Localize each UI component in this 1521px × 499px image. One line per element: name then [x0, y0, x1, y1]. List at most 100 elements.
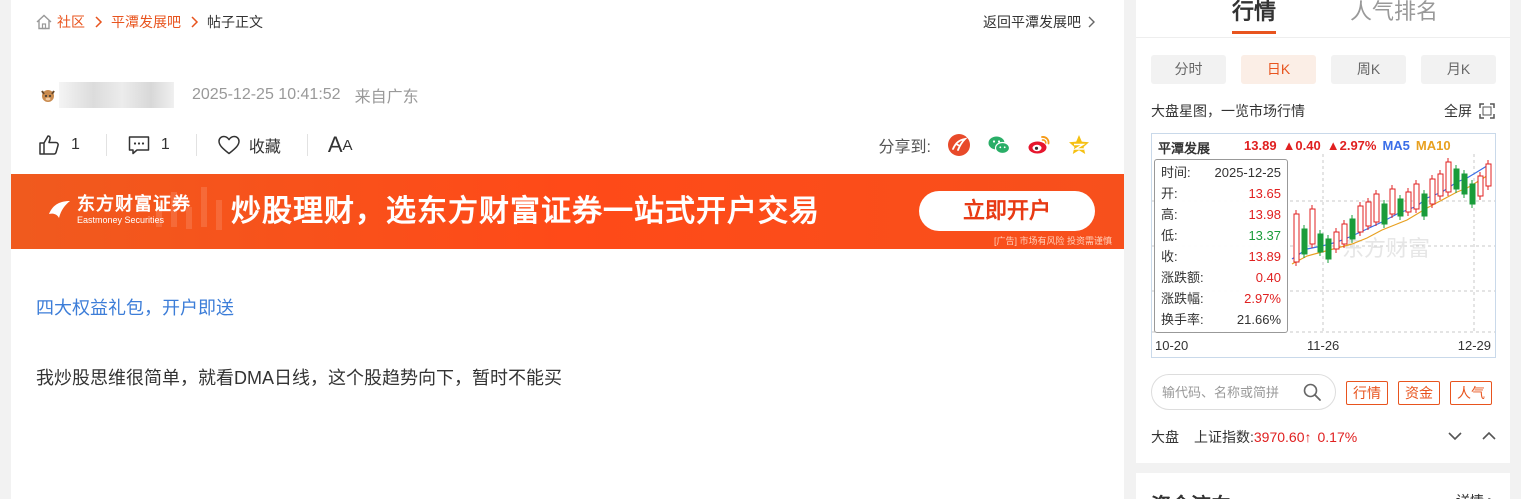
chart-date-axis: 10-20 11-26 12-29	[1152, 338, 1495, 354]
candle-body	[1485, 163, 1492, 187]
ktab-daily[interactable]: 日K	[1241, 55, 1316, 84]
index-change: 0.17%	[1317, 429, 1358, 445]
share-guba-icon[interactable]	[947, 133, 971, 157]
tooltip-key: 低:	[1161, 228, 1178, 243]
author-name-blurred[interactable]	[59, 82, 174, 108]
heart-icon	[218, 135, 240, 155]
font-size-small-label: A	[342, 136, 353, 154]
tooltip-row: 高: 13.98	[1161, 204, 1281, 225]
favorite-button[interactable]: 收藏	[217, 133, 281, 157]
candle-body	[1309, 208, 1316, 245]
back-to-forum-label: 返回平潭发展吧	[983, 14, 1081, 30]
candle-body	[1461, 173, 1468, 195]
promo-link[interactable]: 四大权益礼包，开户即送	[36, 294, 234, 320]
fund-pill[interactable]: 资金	[1398, 381, 1440, 405]
thumbs-up-icon	[39, 135, 59, 155]
breadcrumb-community[interactable]: 社区	[57, 12, 85, 32]
quote-pill[interactable]: 行情	[1346, 381, 1388, 405]
index-value: 3970.60↑	[1253, 429, 1312, 445]
share-bar: 分享到:	[879, 131, 1091, 159]
tooltip-value: 13.98	[1248, 207, 1281, 222]
tooltip-value: 2.97%	[1244, 291, 1281, 306]
fullscreen-button[interactable]: 全屏	[1444, 101, 1496, 121]
date-tick: 12-29	[1457, 338, 1491, 353]
candle-body	[1301, 228, 1308, 255]
market-sidebar: 行情 人气排名 分时 日K 周K 月K 大盘星图，一览市场行情 全屏 东方财富	[1136, 0, 1510, 463]
fund-flow-panel: 资金流向 详情 >	[1136, 473, 1510, 499]
fund-flow-more-link[interactable]: 详情 >	[1456, 491, 1496, 499]
font-size-toggle[interactable]: AA	[328, 132, 353, 158]
breadcrumb-forum[interactable]: 平潭发展吧	[111, 12, 181, 32]
post-body-text: 我炒股思维很简单，就看DMA日线，这个股趋势向下，暂时不能买	[36, 368, 562, 388]
ad-banner[interactable]: 东方财富证券 Eastmoney Securities 炒股理财，选东方财富证券…	[11, 174, 1124, 249]
candle-body	[1397, 198, 1404, 217]
index-name: 上证指数:	[1194, 429, 1254, 445]
tooltip-key: 换手率:	[1161, 312, 1204, 327]
ktab-monthly[interactable]: 月K	[1421, 55, 1496, 84]
tooltip-row: 换手率: 21.66%	[1161, 309, 1281, 330]
like-count: 1	[71, 136, 80, 153]
weibo-icon[interactable]	[1027, 133, 1051, 157]
font-size-big-label: A	[327, 132, 343, 157]
candle-body	[1333, 231, 1340, 250]
avatar[interactable]	[39, 86, 57, 104]
comment-icon	[128, 136, 150, 155]
tooltip-row: 低: 13.37	[1161, 225, 1281, 246]
tooltip-key: 收:	[1161, 249, 1178, 264]
chart-header: 平潭发展 13.89 ▲0.40 ▲2.97% MA5 MA10	[1158, 138, 1451, 157]
fullscreen-icon	[1479, 103, 1495, 119]
tab-popularity-rank[interactable]: 人气排名	[1350, 0, 1438, 34]
comment-count: 1	[160, 136, 170, 153]
comment-button[interactable]: 1	[127, 133, 170, 157]
ktab-weekly[interactable]: 周K	[1331, 55, 1406, 84]
post-location: 来自广东	[354, 89, 419, 106]
candle-body	[1453, 168, 1460, 190]
favorite-label: 收藏	[248, 139, 281, 156]
chevron-down-icon[interactable]	[1446, 427, 1464, 445]
fullscreen-label: 全屏	[1444, 103, 1472, 119]
ma5-legend: MA5	[1382, 138, 1410, 153]
date-tick: 11-26	[1307, 338, 1340, 353]
tooltip-value: 2025-12-25	[1214, 165, 1282, 180]
stock-name: 平潭发展	[1158, 141, 1211, 156]
open-account-button[interactable]: 立即开户	[919, 191, 1095, 231]
share-label: 分享到:	[878, 139, 931, 156]
tooltip-row: 收: 13.89	[1161, 246, 1281, 267]
tooltip-key: 时间:	[1161, 165, 1191, 180]
candle-body	[1381, 203, 1388, 225]
candle-body	[1445, 161, 1452, 193]
tab-quote[interactable]: 行情	[1232, 0, 1277, 34]
candle-body	[1405, 191, 1412, 213]
popularity-pill[interactable]: 人气	[1450, 381, 1492, 405]
candle-body	[1317, 233, 1324, 253]
candle-body	[1429, 178, 1436, 205]
sidebar-tabs: 行情 人气排名	[1136, 0, 1510, 38]
candle-body	[1373, 193, 1380, 223]
tooltip-key: 涨跌幅:	[1161, 291, 1204, 306]
eastmoney-logo: 东方财富证券 Eastmoney Securities	[45, 194, 191, 226]
chart-watermark: 东方财富	[1342, 236, 1430, 261]
tooltip-row: 涨跌幅: 2.97%	[1161, 288, 1281, 309]
stock-search-input[interactable]	[1162, 384, 1302, 400]
ktab-intraday[interactable]: 分时	[1151, 55, 1226, 84]
candle-body	[1421, 193, 1428, 217]
wechat-icon[interactable]	[987, 133, 1011, 157]
tooltip-value: 13.65	[1248, 186, 1281, 201]
eastmoney-logo-icon	[49, 201, 70, 218]
qzone-star-icon[interactable]	[1067, 133, 1091, 157]
index-label: 大盘	[1151, 429, 1179, 445]
tooltip-value: 13.37	[1248, 228, 1281, 243]
chevron-up-icon[interactable]	[1480, 427, 1498, 445]
back-to-forum-link[interactable]: 返回平潭发展吧	[983, 12, 1097, 32]
like-button[interactable]: 1	[37, 133, 80, 157]
stock-price: 13.89	[1244, 138, 1277, 153]
candle-body	[1437, 173, 1444, 197]
chevron-right-icon	[1088, 16, 1095, 28]
home-icon[interactable]	[35, 13, 53, 31]
tooltip-value: 21.66%	[1236, 312, 1281, 327]
banner-slogan: 炒股理财，选东方财富证券一站式开户交易	[231, 195, 820, 228]
kline-chart[interactable]: 东方财富 平潭发展 13.89 ▲0.40 ▲2.97% MA5 MA10 时间…	[1151, 133, 1496, 358]
search-icon[interactable]	[1302, 382, 1322, 402]
fund-flow-title: 资金流向	[1151, 489, 1231, 499]
brand-name-en: Eastmoney Securities	[77, 215, 165, 225]
